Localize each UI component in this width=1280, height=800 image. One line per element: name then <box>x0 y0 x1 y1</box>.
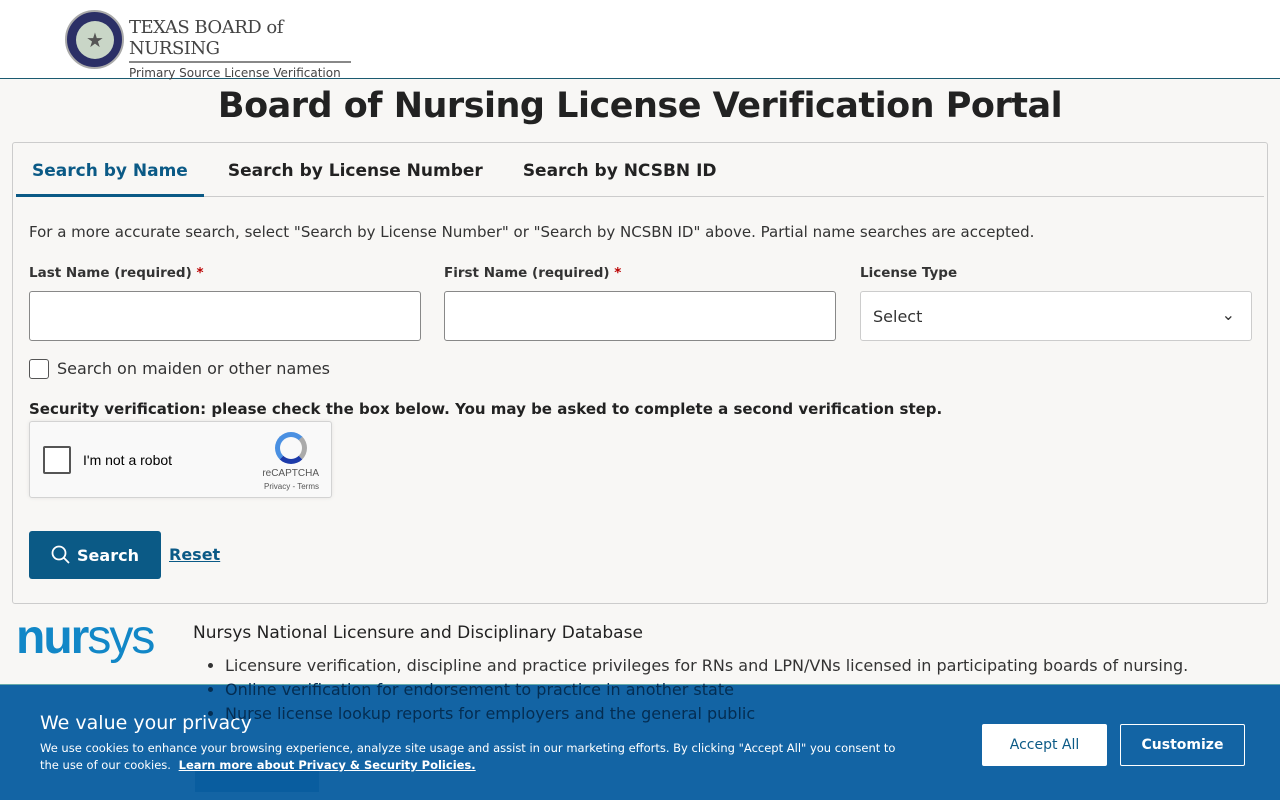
nursys-logo[interactable]: nursys <box>16 614 155 662</box>
recaptcha-label: I'm not a robot <box>83 452 173 468</box>
maiden-names-checkbox[interactable] <box>29 359 49 379</box>
recaptcha-checkbox[interactable] <box>43 446 71 474</box>
required-mark: * <box>196 265 204 281</box>
site-header: ★ TEXAS BOARD of NURSING Primary Source … <box>0 0 1280 80</box>
privacy-policy-link[interactable]: Learn more about Privacy & Security Poli… <box>179 758 476 772</box>
tab-search-by-ncsbn-id[interactable]: Search by NCSBN ID <box>507 143 733 197</box>
cookie-title: We value your privacy <box>40 712 252 734</box>
chevron-down-icon: ⌄ <box>1221 305 1235 324</box>
first-name-label: First Name (required) * <box>444 265 621 281</box>
last-name-input[interactable] <box>29 291 421 341</box>
required-mark: * <box>614 265 622 281</box>
cookie-text: We use cookies to enhance your browsing … <box>40 740 900 774</box>
tab-search-by-name[interactable]: Search by Name <box>16 143 204 197</box>
nursys-list: Licensure verification, discipline and p… <box>225 656 1188 728</box>
list-item: Licensure verification, discipline and p… <box>225 656 1188 680</box>
first-name-label-text: First Name (required) <box>444 265 610 281</box>
customize-button[interactable]: Customize <box>1120 724 1245 766</box>
nursys-title: Nursys National Licensure and Disciplina… <box>193 623 643 643</box>
brand[interactable]: TEXAS BOARD of NURSING Primary Source Li… <box>129 17 351 80</box>
search-tabs: Search by Name Search by License Number … <box>16 143 1264 197</box>
brand-title: TEXAS BOARD of NURSING <box>129 17 351 63</box>
maiden-names-label[interactable]: Search on maiden or other names <box>57 359 330 378</box>
search-hint: For a more accurate search, select "Sear… <box>29 223 1035 241</box>
search-button-label: Search <box>77 545 139 565</box>
first-name-input[interactable] <box>444 291 836 341</box>
search-icon <box>51 545 70 564</box>
license-type-select[interactable]: Select ⌄ <box>860 291 1252 341</box>
tab-search-by-license-number[interactable]: Search by License Number <box>212 143 499 197</box>
search-card: Search by Name Search by License Number … <box>12 142 1268 604</box>
page-title: Board of Nursing License Verification Po… <box>217 86 1063 126</box>
search-button[interactable]: Search <box>29 531 161 579</box>
last-name-label-text: Last Name (required) <box>29 265 192 281</box>
recaptcha-brand: reCAPTCHA <box>262 468 319 479</box>
accept-all-button[interactable]: Accept All <box>982 724 1107 766</box>
recaptcha-icon <box>275 432 307 464</box>
recaptcha-widget: I'm not a robot reCAPTCHA Privacy - Term… <box>29 421 332 498</box>
board-seal-logo[interactable]: ★ <box>65 10 124 69</box>
license-type-value: Select <box>873 307 923 326</box>
reset-link[interactable]: Reset <box>169 545 220 564</box>
recaptcha-links[interactable]: Privacy - Terms <box>264 482 319 491</box>
license-type-label: License Type <box>860 265 958 281</box>
security-verification-text: Security verification: please check the … <box>29 400 943 418</box>
list-item: Nurse license lookup reports for employe… <box>225 704 1188 728</box>
brand-subtitle: Primary Source License Verification <box>129 66 341 80</box>
last-name-label: Last Name (required) * <box>29 265 204 281</box>
list-item: Online verification for endorsement to p… <box>225 680 1188 704</box>
